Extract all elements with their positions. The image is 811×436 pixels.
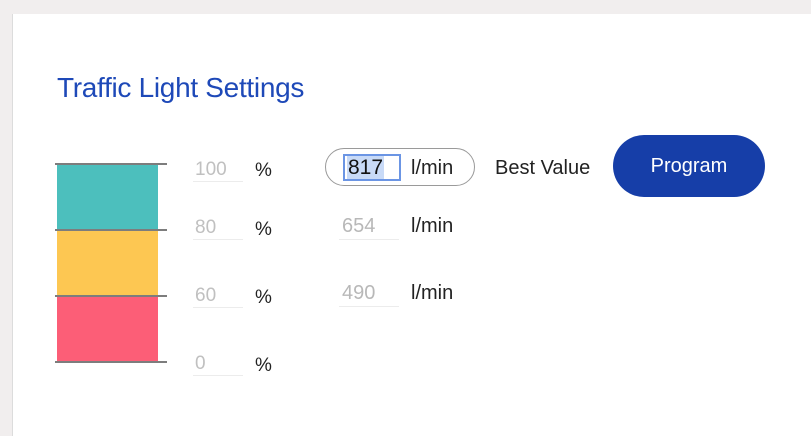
traffic-light-red-segment <box>57 296 158 362</box>
percent-unit: % <box>255 219 272 240</box>
flow-unit: l/min <box>411 282 454 304</box>
percent-unit: % <box>255 160 272 181</box>
traffic-light-yellow-segment <box>57 230 158 296</box>
threshold-tick-60 <box>55 295 167 297</box>
percent-input-60[interactable] <box>193 284 243 308</box>
percent-input-0[interactable] <box>193 352 243 376</box>
flow-input-60[interactable] <box>339 281 399 307</box>
program-button[interactable]: Program <box>613 135 765 197</box>
flow-input-80[interactable] <box>339 214 399 240</box>
threshold-tick-80 <box>55 229 167 231</box>
threshold-tick-0 <box>55 361 167 363</box>
flow-unit: l/min <box>411 215 454 237</box>
threshold-tick-100 <box>55 163 167 165</box>
percent-input-80[interactable] <box>193 216 243 240</box>
flow-value-selection: 817 <box>347 156 385 179</box>
percent-input-100[interactable] <box>193 158 243 182</box>
settings-panel: Traffic Light Settings % % % % 817 l/min… <box>12 14 811 436</box>
flow-unit: l/min <box>411 157 454 179</box>
percent-unit: % <box>255 355 272 376</box>
best-value-flow-input[interactable]: 817 <box>343 154 401 181</box>
page-title: Traffic Light Settings <box>57 72 305 103</box>
best-value-label: Best Value <box>495 157 591 179</box>
traffic-light-green-segment <box>57 164 158 230</box>
percent-unit: % <box>255 287 272 308</box>
